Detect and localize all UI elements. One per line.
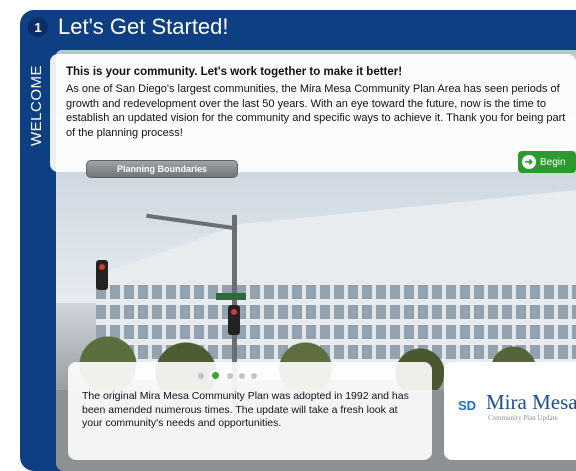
carousel-dot[interactable] (251, 372, 257, 379)
begin-button[interactable]: ➜ Begin (518, 151, 576, 173)
carousel-dot[interactable] (227, 372, 233, 379)
carousel-dot[interactable] (239, 372, 245, 379)
carousel-dots (198, 370, 257, 381)
intro-panel: This is your community. Let's work toget… (50, 54, 576, 172)
window-row (96, 305, 576, 319)
intro-body: As one of San Diego's largest communitie… (66, 83, 566, 139)
intro-heading: This is your community. Let's work toget… (66, 66, 403, 78)
logo-subtitle: Community Plan Update (488, 414, 558, 422)
carousel-dot[interactable] (210, 370, 221, 381)
begin-label: Begin (540, 156, 566, 168)
page-title: Let's Get Started! (58, 14, 229, 39)
street-sign (216, 293, 246, 300)
planning-boundaries-button[interactable]: Planning Boundaries (86, 160, 238, 178)
traffic-signal (228, 305, 240, 335)
carousel-dot[interactable] (198, 372, 204, 379)
header: 1 Let's Get Started! (20, 10, 576, 42)
step-badge: 1 (28, 17, 48, 37)
arrow-right-icon: ➜ (522, 155, 536, 169)
window-row (96, 285, 576, 299)
logo-panel: SD Mira Mesa Community Plan Update (444, 362, 576, 460)
sd-logo-icon: SD (458, 398, 477, 413)
traffic-signal (96, 260, 108, 290)
logo-name: Mira Mesa (486, 390, 576, 414)
caption-text: The original Mira Mesa Community Plan wa… (82, 390, 409, 429)
